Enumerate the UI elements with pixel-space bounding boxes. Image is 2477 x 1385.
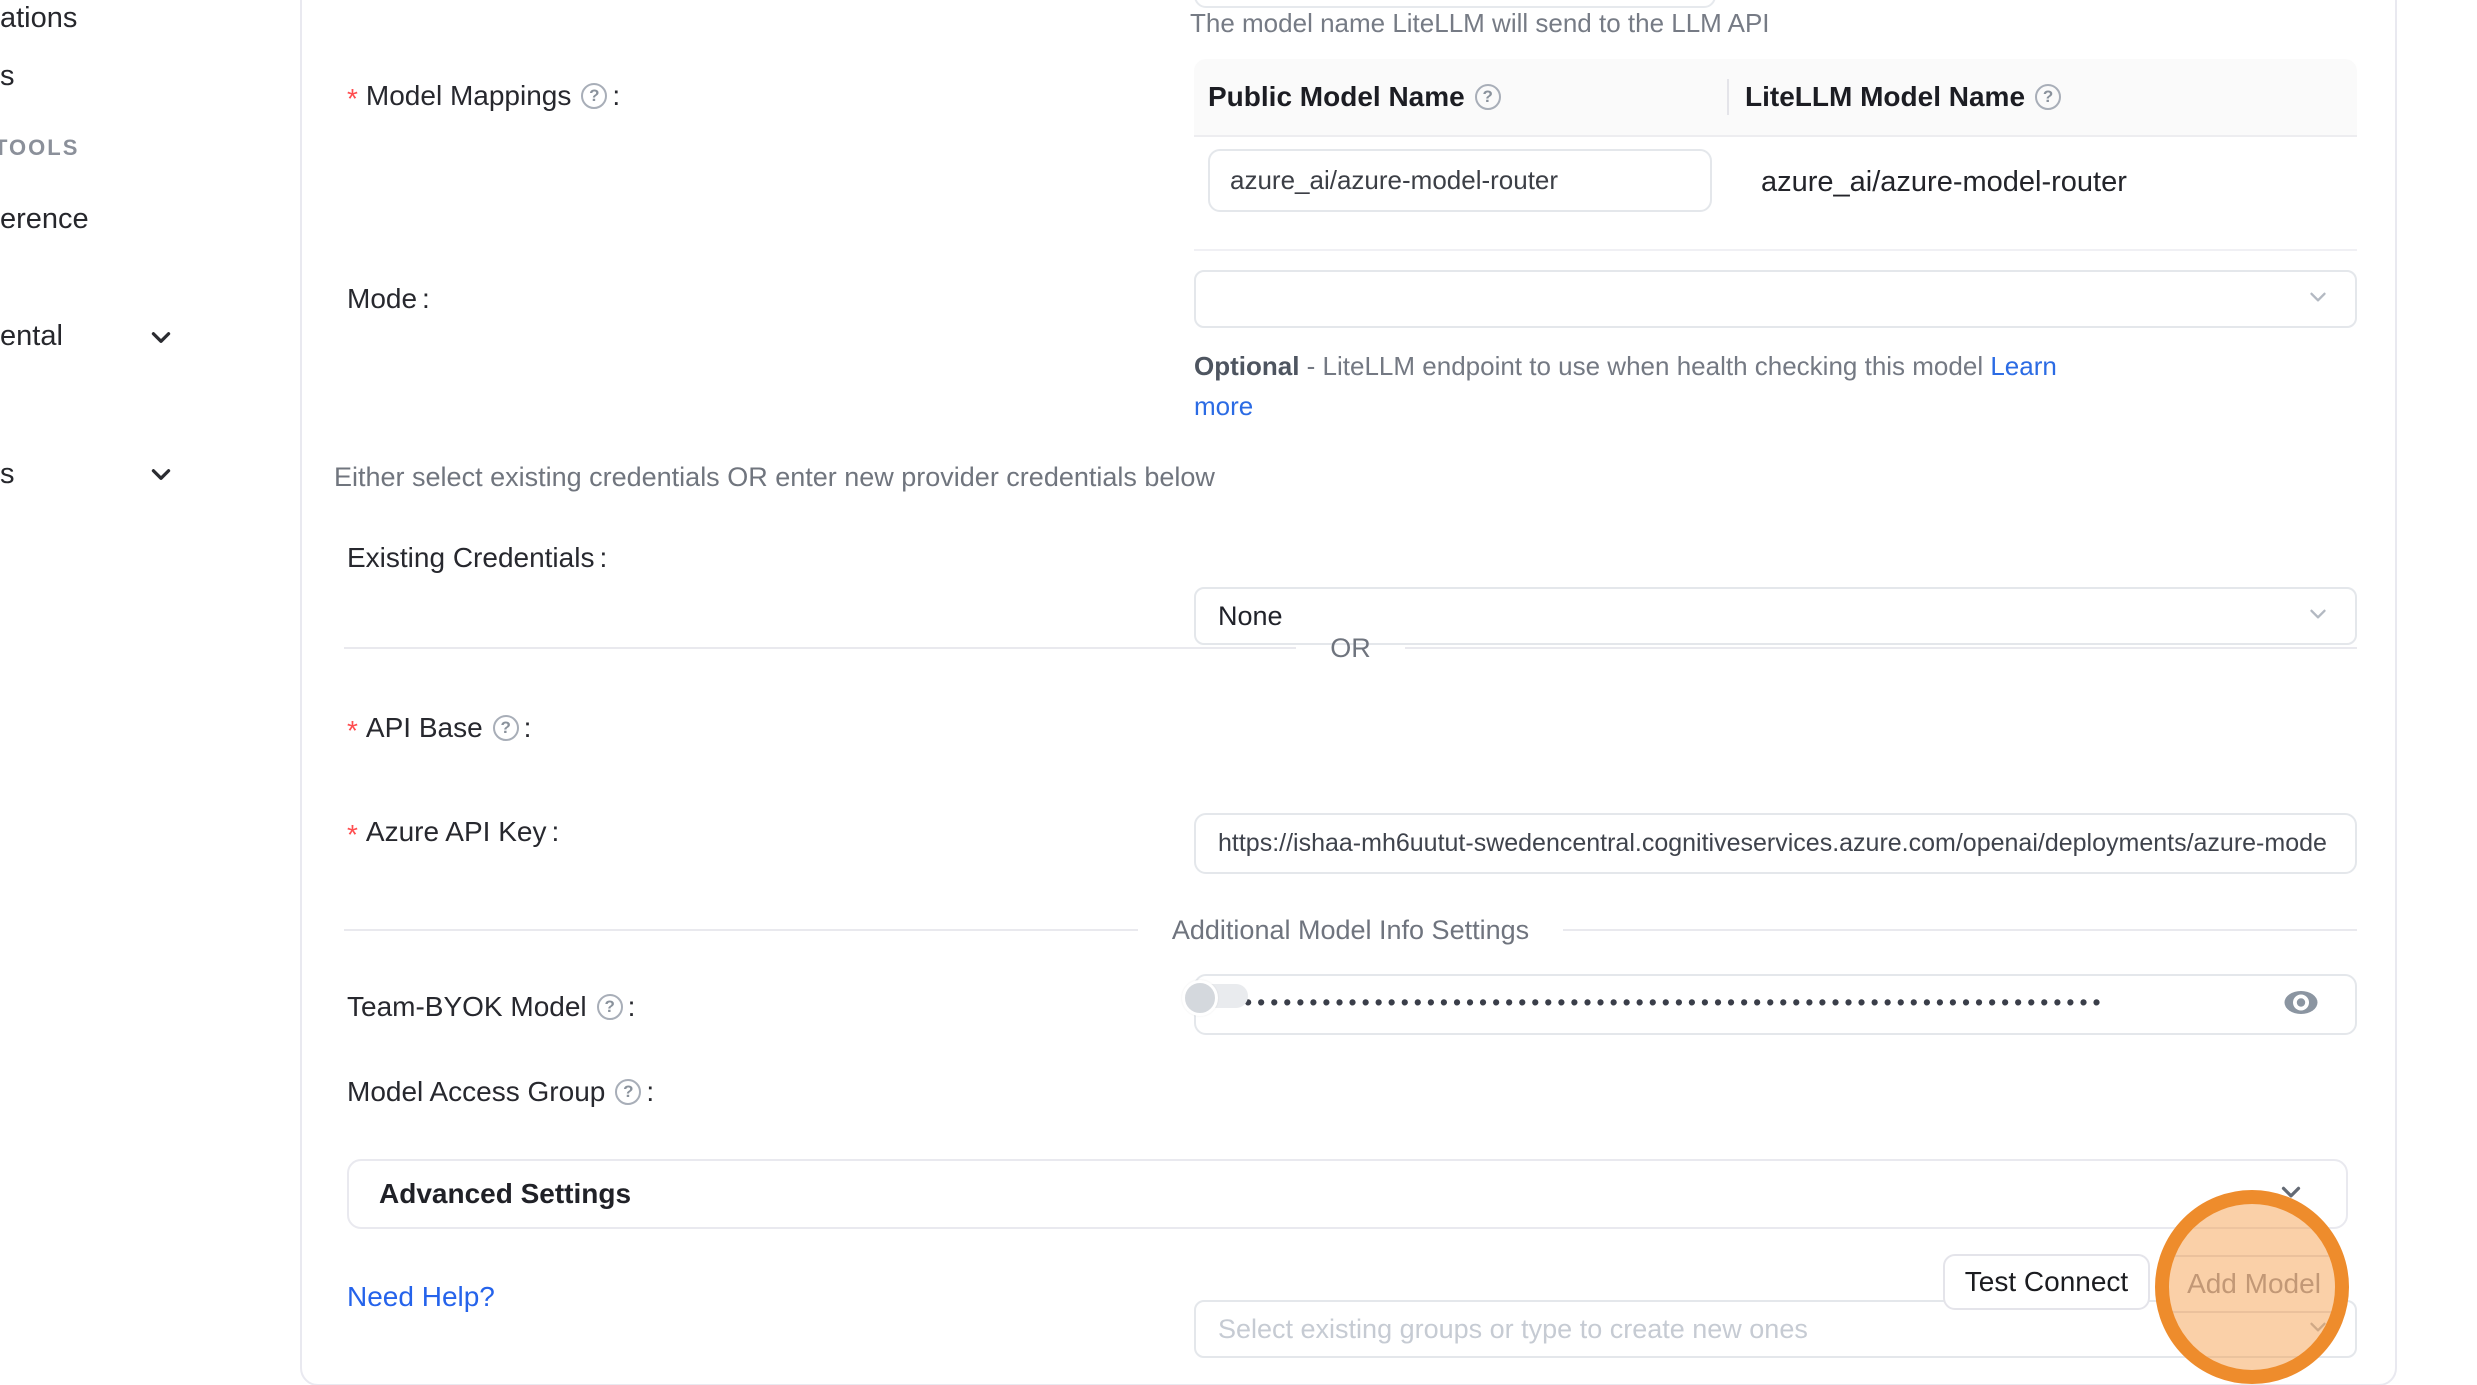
test-connect-button[interactable]: Test Connect [1943, 1254, 2150, 1310]
required-asterisk: * [347, 715, 358, 747]
table-row: azure_ai/azure-model-router [1194, 137, 2357, 251]
team-byok-label: Team-BYOK Model ? : [347, 989, 635, 1025]
api-base-label: * API Base ? : [347, 710, 531, 746]
sidebar-section-tools: TOOLS [0, 135, 79, 161]
azure-api-key-input[interactable]: ••••••••••••••••••••••••••••••••••••••••… [1194, 974, 2357, 1035]
mode-help-text: Optional - LiteLLM endpoint to use when … [1194, 346, 2114, 426]
existing-credentials-label: Existing Credentials : [347, 540, 607, 576]
help-icon[interactable]: ? [493, 715, 519, 741]
column-header-litellm-model-name: LiteLLM Model Name ? [1729, 81, 2357, 113]
mode-select[interactable] [1194, 270, 2357, 328]
litellm-model-name-value: azure_ai/azure-model-router [1745, 137, 2127, 227]
sidebar-item-settings[interactable]: s [0, 458, 15, 491]
chevron-down-icon [2305, 601, 2331, 632]
additional-info-divider: Additional Model Info Settings [344, 915, 2357, 945]
credentials-note: Either select existing credentials OR en… [334, 462, 1215, 493]
chevron-down-icon[interactable] [148, 461, 174, 487]
help-icon[interactable]: ? [2035, 84, 2061, 110]
toggle-knob [1182, 980, 1218, 1016]
help-icon[interactable]: ? [597, 994, 623, 1020]
table-header-row: Public Model Name ? LiteLLM Model Name ? [1194, 59, 2357, 137]
sidebar-item-integrations[interactable]: ations [0, 2, 77, 35]
required-asterisk: * [347, 819, 358, 851]
team-byok-toggle[interactable] [1182, 979, 1252, 1013]
masked-password-value: ••••••••••••••••••••••••••••••••••••••••… [1196, 989, 2278, 1016]
sidebar-item[interactable]: s [0, 60, 15, 93]
column-separator [1727, 79, 1729, 115]
truncated-input-above-fold [1194, 0, 1716, 8]
need-help-link[interactable]: Need Help? [347, 1281, 495, 1313]
click-annotation-circle [2155, 1190, 2349, 1384]
help-icon[interactable]: ? [615, 1079, 641, 1105]
azure-api-key-label: * Azure API Key : [347, 814, 559, 850]
sidebar-item-experimental[interactable]: ental [0, 320, 63, 353]
column-header-public-model-name: Public Model Name ? [1194, 81, 1729, 113]
sidebar-item-reference[interactable]: erence [0, 203, 89, 236]
model-name-helper-text: The model name LiteLLM will send to the … [1190, 8, 1770, 39]
chevron-down-icon [2305, 284, 2331, 315]
mode-label: Mode : [347, 281, 430, 317]
or-divider: OR [344, 633, 2357, 663]
chevron-down-icon[interactable] [148, 324, 174, 350]
help-icon[interactable]: ? [1475, 84, 1501, 110]
advanced-settings-panel[interactable]: Advanced Settings [347, 1159, 2348, 1229]
model-mappings-label: * Model Mappings ? : [347, 78, 620, 114]
model-mappings-table: Public Model Name ? LiteLLM Model Name ?… [1194, 59, 2357, 251]
add-model-page: ations s TOOLS erence ental s The model … [0, 0, 2477, 1385]
required-asterisk: * [347, 83, 358, 115]
public-model-name-input[interactable] [1208, 149, 1712, 212]
help-icon[interactable]: ? [581, 83, 607, 109]
model-access-group-label: Model Access Group ? : [347, 1074, 654, 1110]
eye-icon[interactable] [2283, 988, 2319, 1021]
api-base-input[interactable]: https://ishaa-mh6uutut-swedencentral.cog… [1194, 813, 2357, 874]
